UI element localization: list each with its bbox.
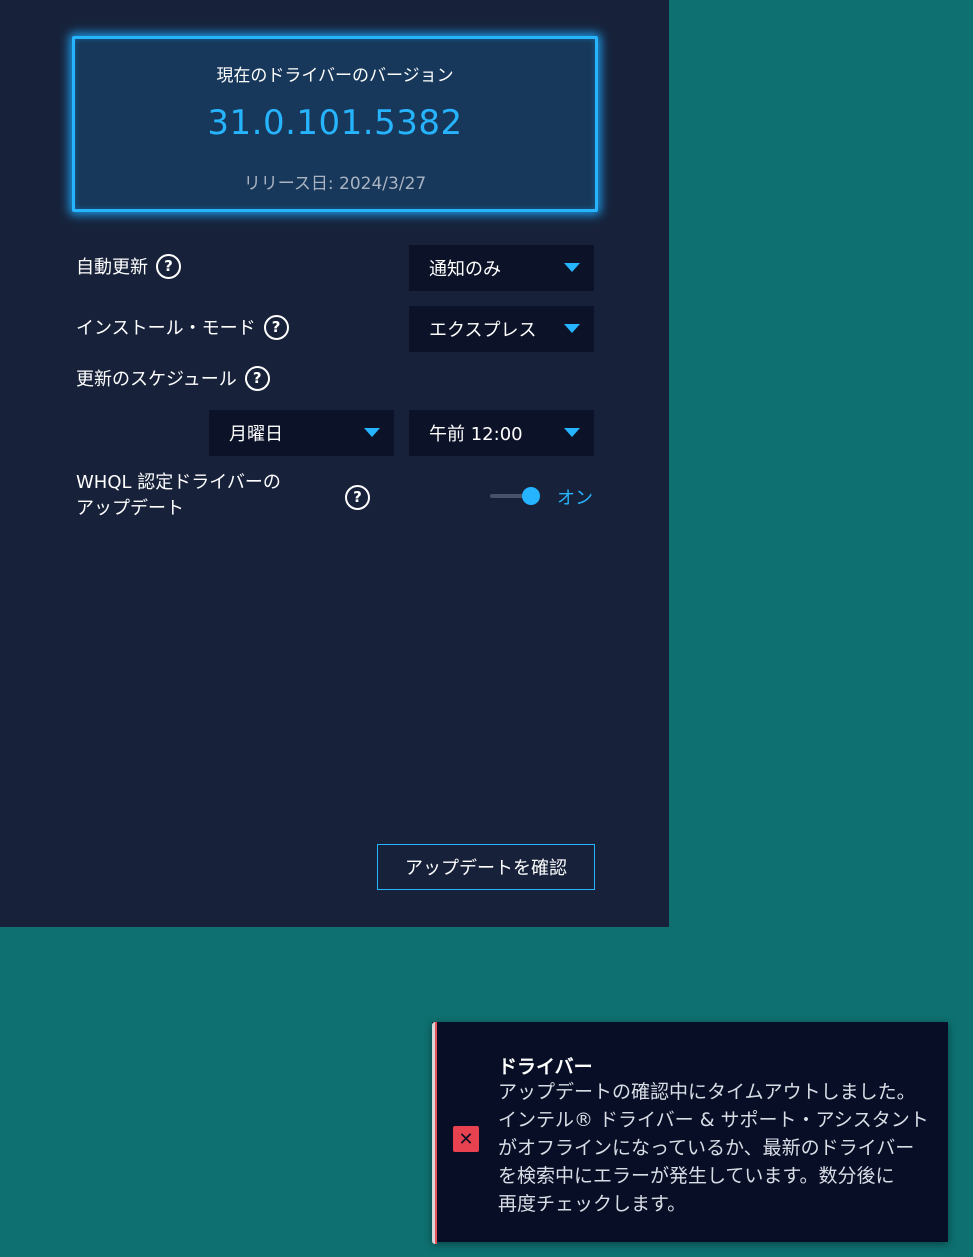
install-mode-dropdown[interactable]: エクスプレス — [409, 306, 594, 352]
error-toast-notification[interactable]: ✕ ドライバー アップデートの確認中にタイムアウトしました。 インテル® ドライ… — [432, 1022, 948, 1244]
check-for-updates-button[interactable]: アップデートを確認 — [377, 844, 595, 890]
toast-title: ドライバー — [498, 1056, 593, 1078]
auto-update-dropdown[interactable]: 通知のみ — [409, 245, 594, 291]
chevron-down-icon — [564, 428, 580, 437]
schedule-label-text: 更新のスケジュール — [76, 369, 237, 390]
chevron-down-icon — [364, 428, 380, 437]
schedule-label: 更新のスケジュール ? — [76, 365, 270, 391]
install-mode-dropdown-value: エクスプレス — [429, 320, 537, 341]
chevron-down-icon — [564, 263, 580, 272]
driver-version-number: 31.0.101.5382 — [207, 103, 463, 143]
release-date: リリース日: 2024/3/27 — [243, 174, 427, 194]
schedule-time-value: 午前 12:00 — [429, 424, 523, 445]
toast-accent-bar — [432, 1022, 437, 1244]
whql-toggle-state: オン — [557, 488, 593, 509]
auto-update-dropdown-value: 通知のみ — [429, 259, 501, 280]
toast-message: アップデートの確認中にタイムアウトしました。 インテル® ドライバー & サポー… — [498, 1081, 929, 1215]
current-driver-version-card: 現在のドライバーのバージョン 31.0.101.5382 リリース日: 2024… — [72, 36, 598, 212]
install-mode-help-icon[interactable]: ? — [263, 314, 289, 340]
toggle-track — [490, 494, 526, 498]
chevron-down-icon — [564, 324, 580, 333]
schedule-help-icon[interactable]: ? — [244, 365, 270, 391]
whql-label: WHQL 認定ドライバーの アップデート — [76, 472, 281, 519]
version-card-title: 現在のドライバーのバージョン — [216, 66, 454, 86]
install-mode-label-text: インストール・モード — [76, 318, 256, 339]
auto-update-label: 自動更新 ? — [76, 253, 181, 279]
toggle-knob — [522, 487, 540, 505]
schedule-time-dropdown[interactable]: 午前 12:00 — [409, 410, 594, 456]
schedule-day-value: 月曜日 — [229, 424, 283, 445]
error-icon: ✕ — [453, 1126, 479, 1152]
settings-panel: 現在のドライバーのバージョン 31.0.101.5382 リリース日: 2024… — [0, 0, 669, 927]
schedule-day-dropdown[interactable]: 月曜日 — [209, 410, 394, 456]
whql-toggle[interactable] — [490, 486, 542, 506]
auto-update-help-icon[interactable]: ? — [156, 253, 181, 279]
whql-help-icon[interactable]: ? — [345, 485, 370, 510]
auto-update-label-text: 自動更新 — [76, 257, 148, 278]
install-mode-label: インストール・モード ? — [76, 314, 289, 340]
